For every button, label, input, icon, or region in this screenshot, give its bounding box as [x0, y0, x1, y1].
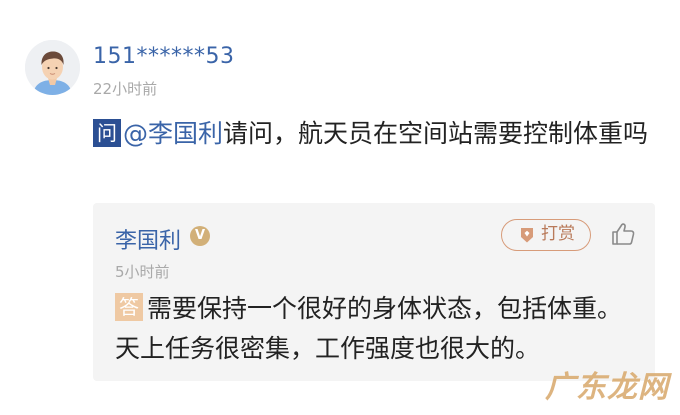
user-avatar-icon	[25, 40, 80, 95]
question-username[interactable]: 151******53	[93, 44, 235, 69]
reply-author[interactable]: 李国利	[115, 223, 181, 255]
answer-badge: 答	[115, 293, 143, 321]
answer-body: 答需要保持一个很好的身体状态，包括体重。天上任务很密集，工作强度也很大的。	[115, 289, 635, 369]
mention-link[interactable]: @李国利	[123, 119, 223, 148]
reply-card: 李国利 V 打赏 5小时前 答需要保持一个很好的身体状态，包括体重。天上任务很密…	[93, 203, 655, 381]
diamond-tag-icon	[521, 228, 533, 243]
question-body: 问 @李国利请问，航天员在空间站需要控制体重吗	[93, 115, 668, 153]
tip-label: 打赏	[541, 224, 575, 244]
like-button[interactable]	[609, 220, 637, 248]
question-timestamp: 22小时前	[93, 80, 158, 98]
thumbs-up-icon	[612, 223, 635, 245]
question-badge: 问	[93, 119, 121, 147]
user-avatar[interactable]	[25, 40, 80, 95]
answer-text: 需要保持一个很好的身体状态，包括体重。天上任务很密集，工作强度也很大的。	[115, 294, 623, 363]
tip-button[interactable]: 打赏	[501, 219, 591, 251]
question-text: 请问，航天员在空间站需要控制体重吗	[223, 119, 649, 148]
verified-v-icon: V	[190, 226, 210, 246]
watermark-logo: 广东龙网	[545, 370, 669, 405]
reply-timestamp: 5小时前	[115, 263, 170, 281]
